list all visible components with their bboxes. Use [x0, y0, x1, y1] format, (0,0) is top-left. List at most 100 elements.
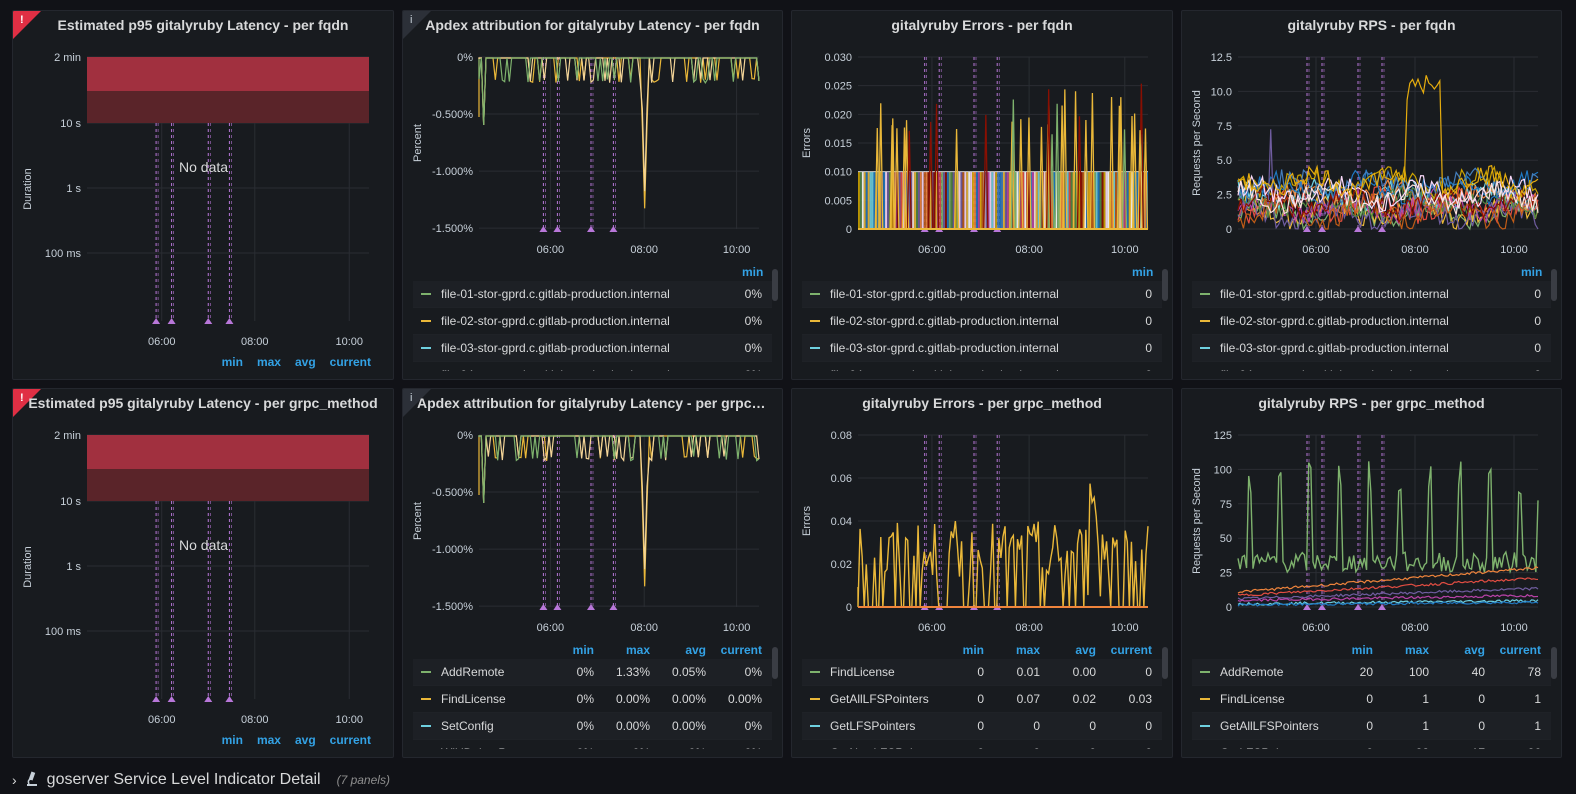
legend-swatch[interactable]: [1200, 671, 1210, 673]
legend-series-name[interactable]: file-01-stor-gprd.c.gitlab-production.in…: [441, 287, 742, 301]
legend-item[interactable]: file-02-stor-gprd.c.gitlab-production.in…: [413, 308, 772, 335]
legend-col-min[interactable]: min: [940, 641, 984, 659]
legend-item[interactable]: WikiDeletePage0%0%0%0%: [413, 740, 772, 749]
graph-area[interactable]: Requests per Second 125 100 75 50 25 0 06:00 08:…: [1182, 389, 1562, 639]
legend-series-name[interactable]: FindLicense: [441, 692, 550, 706]
legend-swatch[interactable]: [421, 725, 431, 727]
legend-col-max[interactable]: max: [594, 641, 650, 659]
legend-col-current[interactable]: current: [330, 733, 371, 747]
legend-series-name[interactable]: file-02-stor-gprd.c.gitlab-production.in…: [441, 314, 742, 328]
legend-col-avg[interactable]: avg: [1429, 641, 1485, 659]
legend-swatch[interactable]: [1200, 698, 1210, 700]
row-header-goserver[interactable]: › goserver Service Level Indicator Detai…: [12, 768, 1562, 792]
legend-col-current[interactable]: current: [1096, 641, 1152, 659]
legend-series-name[interactable]: file-03-stor-gprd.c.gitlab-production.in…: [830, 341, 1132, 355]
legend-swatch[interactable]: [810, 698, 820, 700]
legend-swatch[interactable]: [810, 320, 820, 322]
graph-area[interactable]: Percent 0% -0.500% -1.000% -1.500% 06:00 08:00…: [403, 11, 783, 261]
legend-item[interactable]: file-01-stor-gprd.c.gitlab-production.in…: [802, 281, 1162, 308]
legend-item[interactable]: AddRemote 20 100 40 78: [1192, 659, 1551, 686]
legend-scrollbar[interactable]: [772, 647, 778, 679]
legend-item[interactable]: GetLFSPointers0281726: [1192, 740, 1551, 749]
legend-col-min[interactable]: min: [1329, 641, 1373, 659]
legend-series-name[interactable]: GetLFSPointers: [830, 719, 940, 733]
legend-col-max[interactable]: max: [984, 641, 1040, 659]
legend-series-name[interactable]: file-04-stor-gprd.c.gitlab-production.in…: [441, 368, 742, 371]
legend-series-name[interactable]: file-02-stor-gprd.c.gitlab-production.in…: [830, 314, 1132, 328]
legend-scrollbar[interactable]: [1551, 647, 1557, 679]
legend-item[interactable]: file-01-stor-gprd.c.gitlab-production.in…: [413, 281, 772, 308]
legend-col-current[interactable]: current: [1485, 641, 1541, 659]
legend-series-name[interactable]: SetConfig: [441, 719, 550, 733]
legend-series-name[interactable]: file-01-stor-gprd.c.gitlab-production.in…: [830, 287, 1132, 301]
legend-series-name[interactable]: AddRemote: [441, 665, 550, 679]
legend-item[interactable]: file-04-stor-gprd.c.gitlab-production.in…: [413, 362, 772, 371]
legend-series-name[interactable]: FindLicense: [830, 665, 940, 679]
legend-swatch[interactable]: [421, 347, 431, 349]
legend-swatch[interactable]: [1200, 320, 1210, 322]
legend-swatch[interactable]: [421, 293, 431, 295]
legend-col-min[interactable]: min: [550, 641, 594, 659]
legend-series-name[interactable]: file-03-stor-gprd.c.gitlab-production.in…: [441, 341, 742, 355]
legend-item[interactable]: file-04-stor-gprd.c.gitlab-production.in…: [1192, 362, 1551, 371]
legend-item[interactable]: FindLicense 0 1 0 1: [1192, 686, 1551, 713]
legend-item[interactable]: AddRemote 0% 1.33% 0.05% 0%: [413, 659, 772, 686]
legend-col-avg[interactable]: avg: [295, 355, 316, 369]
legend-swatch[interactable]: [810, 347, 820, 349]
legend-item[interactable]: file-03-stor-gprd.c.gitlab-production.in…: [413, 335, 772, 362]
legend-item[interactable]: SetConfig 0% 0.00% 0.00% 0%: [413, 713, 772, 740]
legend-col-min[interactable]: min: [1132, 263, 1153, 281]
legend-series-name[interactable]: FindLicense: [1220, 692, 1329, 706]
legend-swatch[interactable]: [810, 725, 820, 727]
legend-item[interactable]: file-03-stor-gprd.c.gitlab-production.in…: [802, 335, 1162, 362]
graph-area[interactable]: Requests per Second 12.5 10.0 7.5 5.0 2.5 0 06:…: [1182, 11, 1562, 261]
legend-swatch[interactable]: [1200, 293, 1210, 295]
legend-item[interactable]: file-02-stor-gprd.c.gitlab-production.in…: [802, 308, 1162, 335]
legend-col-min[interactable]: min: [222, 355, 243, 369]
legend-item[interactable]: file-04-stor-gprd.c.gitlab-production.in…: [802, 362, 1162, 371]
legend-col-max[interactable]: max: [257, 355, 281, 369]
legend-series-name[interactable]: file-02-stor-gprd.c.gitlab-production.in…: [1220, 314, 1521, 328]
legend-col-avg[interactable]: avg: [1040, 641, 1096, 659]
legend-series-name[interactable]: file-01-stor-gprd.c.gitlab-production.in…: [1220, 287, 1521, 301]
legend-item[interactable]: file-03-stor-gprd.c.gitlab-production.in…: [1192, 335, 1551, 362]
panel-p6[interactable]: i Apdex attribution for gitalyruby Latenc…: [402, 388, 783, 758]
legend-item[interactable]: GetAllLFSPointers 0 0.07 0.02 0.03: [802, 686, 1162, 713]
legend-scrollbar[interactable]: [772, 269, 778, 301]
graph-area[interactable]: Errors 0.08 0.06 0.04 0.02 0 06:00 08:00 10:00: [792, 389, 1173, 639]
legend-item[interactable]: file-01-stor-gprd.c.gitlab-production.in…: [1192, 281, 1551, 308]
chevron-right-icon[interactable]: ›: [12, 772, 17, 788]
legend-series-name[interactable]: GetLFSPointers: [1220, 746, 1329, 749]
legend-item[interactable]: file-02-stor-gprd.c.gitlab-production.in…: [1192, 308, 1551, 335]
legend-series-name[interactable]: GetNewLFSPointers: [830, 746, 940, 749]
panel-p4[interactable]: gitalyruby RPS - per fqdn Requests per Se…: [1181, 10, 1562, 380]
legend-series-name[interactable]: AddRemote: [1220, 665, 1329, 679]
legend-scrollbar[interactable]: [1551, 269, 1557, 301]
panel-p3[interactable]: gitalyruby Errors - per fqdn Errors 0.030 0…: [791, 10, 1173, 380]
legend-col-current[interactable]: current: [330, 355, 371, 369]
legend-item[interactable]: FindLicense 0% 0.00% 0.00% 0.00%: [413, 686, 772, 713]
legend-col-min[interactable]: min: [1521, 263, 1542, 281]
legend-item[interactable]: FindLicense 0 0.01 0.00 0: [802, 659, 1162, 686]
graph-area[interactable]: Duration 2 min 10 s 1 s 100 ms 06:00 08:00 10:0…: [13, 11, 394, 356]
panel-p5[interactable]: ! Estimated p95 gitalyruby Latency - per …: [12, 388, 394, 758]
legend-col-avg[interactable]: avg: [650, 641, 706, 659]
legend-swatch[interactable]: [421, 671, 431, 673]
legend-scrollbar[interactable]: [1162, 269, 1168, 301]
legend-col-min[interactable]: min: [742, 263, 763, 281]
panel-p1[interactable]: ! Estimated p95 gitalyruby Latency - per …: [12, 10, 394, 380]
legend-col-current[interactable]: current: [706, 641, 762, 659]
panel-p2[interactable]: i Apdex attribution for gitalyruby Latenc…: [402, 10, 783, 380]
legend-swatch[interactable]: [1200, 725, 1210, 727]
legend-series-name[interactable]: GetAllLFSPointers: [1220, 719, 1329, 733]
legend-swatch[interactable]: [1200, 347, 1210, 349]
legend-col-avg[interactable]: avg: [295, 733, 316, 747]
legend-series-name[interactable]: WikiDeletePage: [441, 746, 550, 749]
legend-series-name[interactable]: file-04-stor-gprd.c.gitlab-production.in…: [1220, 368, 1521, 371]
legend-item[interactable]: GetAllLFSPointers 0 1 0 1: [1192, 713, 1551, 740]
legend-col-max[interactable]: max: [1373, 641, 1429, 659]
legend-col-min[interactable]: min: [222, 733, 243, 747]
legend-series-name[interactable]: GetAllLFSPointers: [830, 692, 940, 706]
panel-p7[interactable]: gitalyruby Errors - per grpc_method Error…: [791, 388, 1173, 758]
legend-scrollbar[interactable]: [1162, 647, 1168, 679]
